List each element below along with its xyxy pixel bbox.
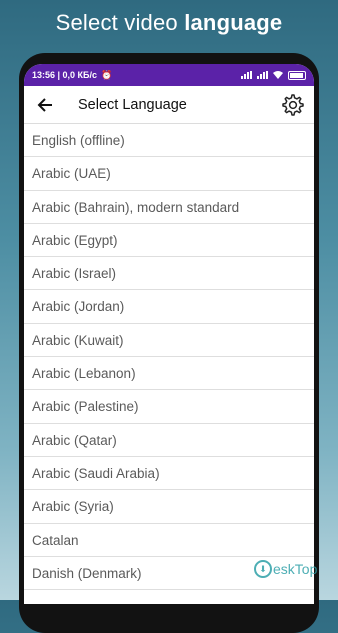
watermark-logo-icon: ⬇ <box>254 560 272 578</box>
language-item[interactable]: Arabic (Palestine) <box>24 390 314 424</box>
page-title: Select Language <box>78 96 187 113</box>
alarm-icon: ⏰ <box>101 69 113 80</box>
language-item[interactable]: English (offline) <box>24 124 314 158</box>
language-item[interactable]: Arabic (Qatar) <box>24 424 314 457</box>
signal-icon-2 <box>257 71 268 79</box>
watermark-text: eskTop <box>273 561 318 577</box>
arrow-left-icon[interactable] <box>34 94 56 116</box>
gear-icon[interactable] <box>280 92 306 118</box>
promo-headline-regular: Select video <box>55 10 185 35</box>
language-item[interactable]: Arabic (Saudi Arabia) <box>24 457 314 491</box>
language-item[interactable]: Arabic (UAE) <box>24 157 314 191</box>
app-bar: Select Language <box>24 86 314 124</box>
watermark: ⬇ eskTop <box>254 560 317 578</box>
wifi-icon <box>273 71 283 79</box>
language-item[interactable]: Arabic (Jordan) <box>24 290 314 324</box>
battery-icon <box>288 70 306 80</box>
language-item[interactable]: Arabic (Bahrain), modern standard <box>24 191 314 224</box>
language-item[interactable]: Arabic (Syria) <box>24 490 314 524</box>
status-time: 13:56 | 0,0 КБ/с <box>32 70 98 80</box>
language-item[interactable]: Arabic (Lebanon) <box>24 357 314 391</box>
status-bar: 13:56 | 0,0 КБ/с ⏰ <box>24 64 314 86</box>
signal-icon <box>241 71 252 79</box>
status-icons <box>241 70 306 80</box>
promo-headline: Select video language <box>0 10 338 36</box>
language-item[interactable]: Arabic (Israel) <box>24 257 314 291</box>
language-item[interactable]: Arabic (Egypt) <box>24 224 314 258</box>
language-item[interactable]: Catalan <box>24 524 314 557</box>
language-list: English (offline) Arabic (UAE) Arabic (Bah… <box>24 124 314 591</box>
language-item[interactable]: Arabic (Kuwait) <box>24 324 314 358</box>
app-screen: 13:56 | 0,0 КБ/с ⏰ Select Language Engli… <box>24 64 314 604</box>
promo-headline-bold: language <box>184 10 283 35</box>
